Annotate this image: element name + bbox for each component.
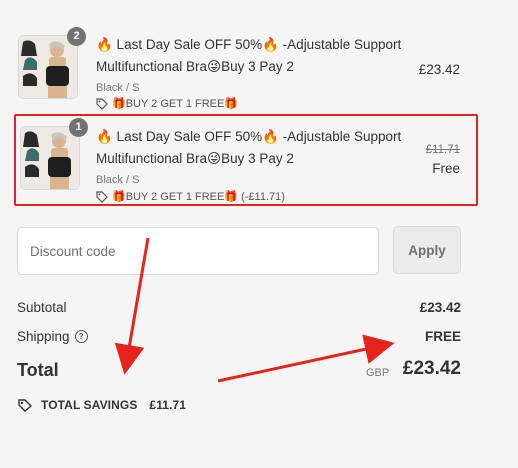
savings-value: £11.71 bbox=[149, 398, 187, 412]
discount-code-input[interactable] bbox=[17, 227, 379, 275]
currency-code: GBP bbox=[366, 367, 390, 379]
shipping-row: Shipping ? FREE bbox=[17, 329, 461, 344]
product-variant: Black / S bbox=[96, 82, 140, 94]
shipping-label: Shipping bbox=[17, 329, 70, 344]
tag-icon bbox=[96, 97, 108, 110]
product-variant: Black / S bbox=[96, 174, 140, 186]
promo-text: 🎁BUY 2 GET 1 FREE🎁 (-£11.71) bbox=[112, 191, 285, 203]
product-title: 🔥 Last Day Sale OFF 50%🔥 -Adjustable Sup… bbox=[96, 37, 402, 74]
promo-line: 🎁BUY 2 GET 1 FREE🎁 bbox=[96, 97, 238, 110]
product-title: 🔥 Last Day Sale OFF 50%🔥 -Adjustable Sup… bbox=[96, 129, 402, 166]
promo-line: 🎁BUY 2 GET 1 FREE🎁 (-£11.71) bbox=[96, 190, 285, 203]
product-thumbnail: 1 bbox=[20, 118, 88, 190]
line-price: £23.42 bbox=[418, 62, 460, 77]
line-item: 2 🔥 Last Day Sale OFF 50%🔥 -Adjustable S… bbox=[16, 27, 476, 112]
savings-label: TOTAL SAVINGS bbox=[41, 398, 138, 412]
savings-tag-icon bbox=[18, 399, 33, 412]
quantity-badge: 2 bbox=[67, 27, 86, 46]
original-price: £11.71 bbox=[425, 144, 460, 156]
line-price: Free bbox=[432, 161, 460, 176]
help-circle-icon[interactable]: ? bbox=[74, 330, 88, 343]
apply-button[interactable]: Apply bbox=[393, 226, 461, 274]
product-image bbox=[19, 36, 77, 98]
product-image bbox=[21, 127, 79, 189]
total-value: £23.42 bbox=[402, 358, 461, 379]
red-arrow bbox=[217, 334, 395, 383]
total-savings: TOTAL SAVINGS £11.71 bbox=[17, 398, 186, 412]
subtotal-value: £23.42 bbox=[419, 300, 461, 315]
subtotal-row: Subtotal £23.42 bbox=[17, 300, 461, 315]
subtotal-label: Subtotal bbox=[17, 300, 67, 315]
tag-icon bbox=[96, 190, 108, 203]
shipping-value: FREE bbox=[424, 329, 461, 344]
line-item: 1 🔥 Last Day Sale OFF 50%🔥 -Adjustable S… bbox=[14, 114, 478, 206]
quantity-badge: 1 bbox=[69, 118, 88, 137]
product-thumbnail: 2 bbox=[18, 27, 86, 99]
total-label: Total bbox=[17, 360, 59, 380]
promo-text: 🎁BUY 2 GET 1 FREE🎁 bbox=[112, 98, 239, 110]
